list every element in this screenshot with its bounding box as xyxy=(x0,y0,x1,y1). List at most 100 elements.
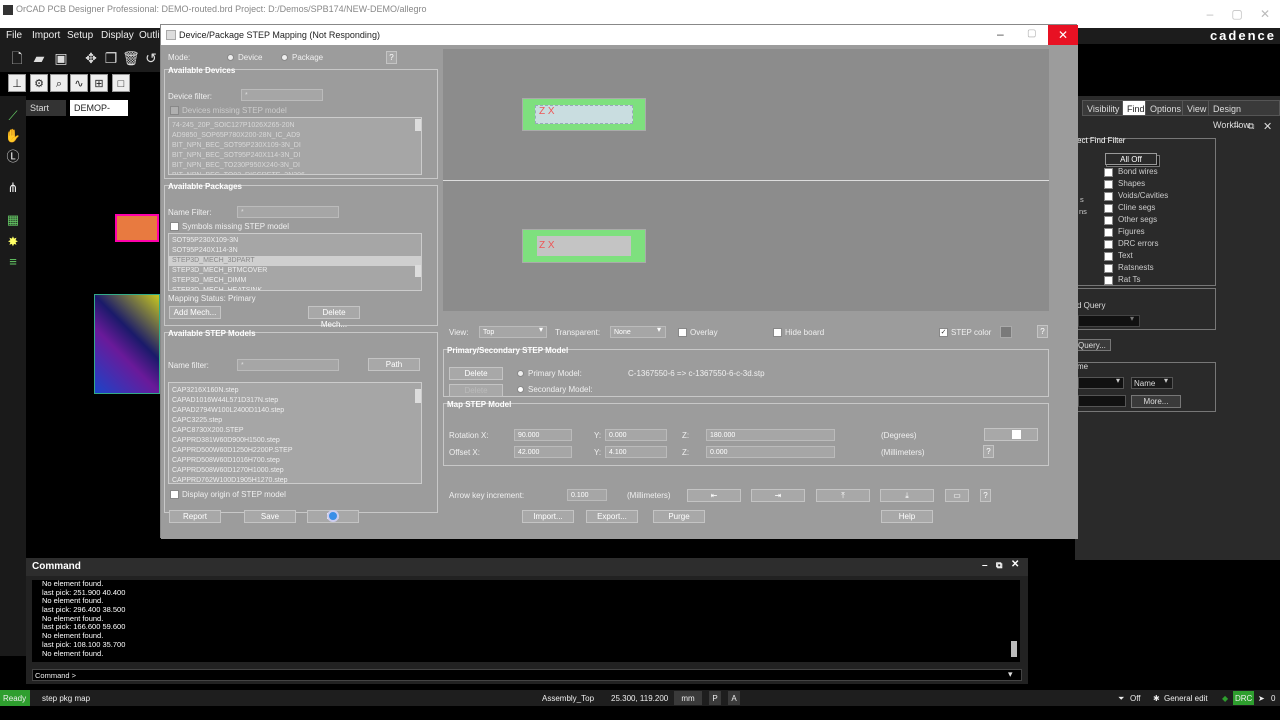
more-button[interactable]: More... xyxy=(1131,395,1181,408)
view-help-button[interactable]: ? xyxy=(1037,325,1048,338)
offset-x-input[interactable]: 42.000 xyxy=(514,446,572,458)
undo-icon[interactable]: ↺ xyxy=(142,49,160,67)
step-models-list[interactable]: CAP3216X160N.step CAPAD1016W44L571D317N.s… xyxy=(168,382,422,484)
minimize-icon[interactable]: – xyxy=(1195,0,1225,28)
filter-status[interactable]: Off xyxy=(1130,694,1141,703)
step-color-checkbox[interactable]: ✓ xyxy=(939,328,948,337)
primary-model-radio[interactable] xyxy=(517,370,524,377)
command-close-icon[interactable]: ✕ xyxy=(1011,559,1019,570)
packages-list[interactable]: SOT95P230X109-3N SOT95P240X114-3N STEP3D_M… xyxy=(168,233,422,291)
move-up-button[interactable]: ⤒ xyxy=(816,489,870,502)
query-button[interactable]: Query... xyxy=(1075,339,1111,351)
stack-icon[interactable]: ≡ xyxy=(4,254,22,270)
panel-float-icon[interactable]: ⧉ xyxy=(1248,121,1254,132)
tab-start-page[interactable]: Start Page xyxy=(26,100,66,129)
report-button[interactable]: Report xyxy=(169,510,221,523)
list-item[interactable]: SOT95P230X109-3N xyxy=(169,236,421,246)
a-indicator[interactable]: A xyxy=(728,691,740,705)
list-item[interactable]: BIT_NPN_BEC_TO92_DISCRETE_3N306 xyxy=(169,171,421,174)
list-item[interactable]: CAPPRD762W100D1905H1270.step xyxy=(169,476,421,483)
command-float-icon[interactable]: ⧉ xyxy=(996,560,1002,571)
list-item[interactable]: CAPPRD508W60D1270H1000.step xyxy=(169,466,421,476)
list-item[interactable]: CAPPRD381W60D900H1500.step xyxy=(169,436,421,446)
package-name-filter-input[interactable]: * xyxy=(237,206,339,218)
dialog-maximize-icon[interactable]: ▢ xyxy=(1027,28,1036,39)
new-file-icon[interactable]: 🗋 xyxy=(8,49,26,67)
tool-b-icon[interactable]: ⚙ xyxy=(30,74,48,92)
devices-missing-checkbox[interactable] xyxy=(170,106,179,115)
filter-checkbox[interactable] xyxy=(1104,264,1113,273)
move-down-button[interactable]: ⤓ xyxy=(880,489,934,502)
list-item[interactable]: BIT_NPN_BEC_SOT95P230X109-3N_DI xyxy=(169,141,421,151)
menu-file[interactable]: File xyxy=(6,30,22,41)
delete-secondary-button[interactable]: Delete xyxy=(449,384,503,397)
list-item[interactable]: BIT_NPN_BEC_SOT95P240X114-3N_DI xyxy=(169,151,421,161)
rotate-button[interactable] xyxy=(984,428,1038,441)
move-options-button[interactable]: ▭ xyxy=(945,489,969,502)
arrow-help-button[interactable]: ? xyxy=(980,489,991,502)
list-item[interactable]: CAPPRD500W60D1250H2200P.STEP xyxy=(169,446,421,456)
list-item[interactable]: CAPC8730X200.STEP xyxy=(169,426,421,436)
chevron-down-icon[interactable]: ▾ xyxy=(1008,669,1013,680)
filter-checkbox[interactable] xyxy=(1104,204,1113,213)
close-icon[interactable]: ✕ xyxy=(1250,0,1280,28)
secondary-model-radio[interactable] xyxy=(517,386,524,393)
list-item[interactable]: CAPAD1016W44L571D317N.step xyxy=(169,396,421,406)
offset-z-input[interactable]: 0.000 xyxy=(706,446,835,458)
filter-checkbox[interactable] xyxy=(1104,252,1113,261)
step-color-swatch[interactable] xyxy=(1000,326,1012,338)
name-input[interactable] xyxy=(1078,395,1126,407)
fanout-icon[interactable]: ⋔ xyxy=(4,180,22,196)
path-button[interactable]: Path xyxy=(368,358,420,371)
tool-c-icon[interactable]: ⌕ xyxy=(50,74,68,92)
devices-scrollbar[interactable] xyxy=(415,119,421,131)
list-item[interactable]: STEP3D_MECH_BTMCOVER xyxy=(169,266,421,276)
pcb-canvas[interactable] xyxy=(26,118,160,558)
units-indicator[interactable]: mm xyxy=(674,691,702,705)
hand-icon[interactable]: ✋ xyxy=(4,128,22,144)
menu-import[interactable]: Import xyxy=(32,30,60,41)
list-item[interactable]: CAPC3225.step xyxy=(169,416,421,426)
menu-display[interactable]: Display xyxy=(101,30,134,41)
rotation-y-input[interactable]: 0.000 xyxy=(605,429,667,441)
command-scrollbar[interactable] xyxy=(1011,641,1017,657)
symbols-missing-checkbox[interactable] xyxy=(170,222,179,231)
devices-list[interactable]: 74-245_20P_SOIC127P1026X265-20N AD9850_SO… xyxy=(168,117,422,175)
p-indicator[interactable]: P xyxy=(709,691,721,705)
menu-outline[interactable]: Outli xyxy=(139,30,160,41)
maximize-icon[interactable]: ▢ xyxy=(1222,0,1252,28)
menu-setup[interactable]: Setup xyxy=(67,30,93,41)
dialog-close-icon[interactable]: ✕ xyxy=(1048,25,1078,45)
filter-icon[interactable]: ⏷ xyxy=(1118,694,1124,704)
export-button[interactable]: Export... xyxy=(586,510,638,523)
move-right-button[interactable]: ⇥ xyxy=(751,489,805,502)
route-icon[interactable]: ⟋ xyxy=(4,108,22,124)
filter-checkbox[interactable] xyxy=(1104,276,1113,285)
tab-design-workflow[interactable]: Design Workflow xyxy=(1208,100,1280,130)
top-preview[interactable]: Z X xyxy=(443,49,1049,180)
delete-mech-button[interactable]: Delete Mech... xyxy=(308,306,360,329)
rotation-x-input[interactable]: 90.000 xyxy=(514,429,572,441)
add-mech-button[interactable]: Add Mech... xyxy=(169,306,221,319)
tab-view[interactable]: View xyxy=(1182,100,1212,116)
tool-a-icon[interactable]: ⊥ xyxy=(8,74,26,92)
move-icon[interactable]: ✥ xyxy=(82,49,100,67)
bracket-icon[interactable]: Ⓛ xyxy=(4,146,22,164)
list-item[interactable]: BIT_NPN_BEC_TO230P950X240-3N_DI xyxy=(169,161,421,171)
step-models-scrollbar[interactable] xyxy=(415,389,421,403)
offset-help-button[interactable]: ? xyxy=(983,445,994,458)
drc-status[interactable]: DRC xyxy=(1233,691,1255,705)
purge-button[interactable]: Purge xyxy=(653,510,705,523)
save-icon[interactable]: ▣ xyxy=(52,49,70,67)
filter-checkbox[interactable] xyxy=(1104,180,1113,189)
import-button[interactable]: Import... xyxy=(522,510,574,523)
save-button[interactable]: Save xyxy=(244,510,296,523)
tab-demo-routed[interactable]: DEMOP-routed xyxy=(70,100,128,129)
rotation-z-input[interactable]: 180.000 xyxy=(706,429,835,441)
list-item[interactable]: STEP3D_MECH_DIMM xyxy=(169,276,421,286)
display-origin-checkbox[interactable] xyxy=(170,490,179,499)
mode-device-radio[interactable] xyxy=(227,54,234,61)
panel-close-icon[interactable]: ✕ xyxy=(1263,120,1272,133)
arrow-increment-input[interactable]: 0.100 xyxy=(567,489,607,501)
move-left-button[interactable]: ⇤ xyxy=(687,489,741,502)
